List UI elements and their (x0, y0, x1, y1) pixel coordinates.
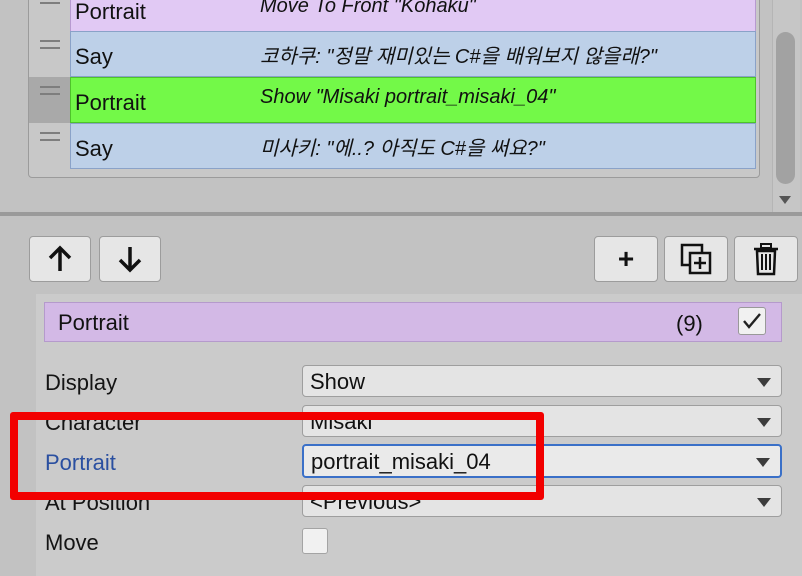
add-command-button[interactable]: + (594, 236, 658, 282)
duplicate-command-button[interactable] (664, 236, 728, 282)
command-description: 코하쿠: "정말 재미있는 C#을 배워보지 않을래?" (260, 46, 658, 68)
command-name: Portrait (75, 90, 146, 115)
command-description: Move To Front "Kohaku" (260, 0, 476, 17)
checkmark-icon (743, 313, 761, 329)
character-value: Misaki (310, 409, 373, 434)
command-name: Say (75, 44, 113, 69)
command-description: Show "Misaki portrait_misaki_04" (260, 86, 556, 108)
plus-icon: + (617, 243, 635, 274)
command-description: 미사키: "에..? 아직도 C#을 써요?" (260, 138, 545, 160)
move-label: Move (45, 530, 99, 555)
chevron-down-icon (756, 458, 770, 467)
inspector-header (44, 302, 782, 342)
chevron-down-icon (757, 498, 771, 507)
command-index: (9) (676, 311, 703, 336)
panel-splitter[interactable] (0, 212, 802, 216)
at-position-label: At Position (45, 490, 151, 515)
command-row[interactable]: Say 미사키: "에..? 아직도 C#을 써요?" (29, 123, 759, 169)
enabled-checkbox[interactable] (738, 307, 766, 335)
display-dropdown[interactable]: Show (302, 365, 782, 397)
character-label: Character (45, 410, 142, 435)
drag-handle-icon[interactable] (29, 77, 70, 123)
move-down-button[interactable] (99, 236, 161, 282)
move-checkbox[interactable] (302, 528, 328, 554)
move-up-button[interactable] (29, 236, 91, 282)
command-row[interactable]: Portrait Move To Front "Kohaku" (29, 0, 759, 32)
command-row[interactable]: Say 코하쿠: "정말 재미있는 C#을 배워보지 않을래?" (29, 31, 759, 77)
display-value: Show (310, 369, 366, 394)
command-cell[interactable]: Portrait Move To Front "Kohaku" (70, 0, 756, 32)
inspector-title: Portrait (58, 310, 129, 335)
scroll-down-arrow-icon[interactable] (779, 196, 791, 204)
arrow-up-icon (48, 245, 72, 271)
drag-handle-icon[interactable] (29, 123, 70, 169)
at-position-dropdown[interactable]: <Previous> (302, 485, 782, 517)
duplicate-icon (680, 243, 712, 275)
portrait-dropdown[interactable]: portrait_misaki_04 (302, 444, 782, 478)
command-name: Portrait (75, 0, 146, 24)
drag-handle-icon[interactable] (29, 31, 70, 77)
trash-icon (754, 243, 778, 276)
portrait-value: portrait_misaki_04 (311, 449, 491, 474)
character-dropdown[interactable]: Misaki (302, 405, 782, 437)
command-cell[interactable]: Say 코하쿠: "정말 재미있는 C#을 배워보지 않을래?" (70, 31, 756, 77)
chevron-down-icon (757, 418, 771, 427)
command-name: Say (75, 136, 113, 161)
arrow-down-icon (118, 247, 142, 273)
chevron-down-icon (757, 378, 771, 387)
drag-handle-icon[interactable] (29, 0, 70, 32)
command-row-selected[interactable]: Portrait Show "Misaki portrait_misaki_04… (29, 77, 759, 123)
scrollbar-thumb[interactable] (776, 32, 795, 184)
at-position-value: <Previous> (310, 489, 422, 514)
display-label: Display (45, 370, 118, 395)
portrait-label: Portrait (45, 450, 116, 475)
command-cell[interactable]: Say 미사키: "에..? 아직도 C#을 써요?" (70, 123, 756, 169)
delete-command-button[interactable] (734, 236, 798, 282)
command-cell[interactable]: Portrait Show "Misaki portrait_misaki_04… (70, 77, 756, 123)
